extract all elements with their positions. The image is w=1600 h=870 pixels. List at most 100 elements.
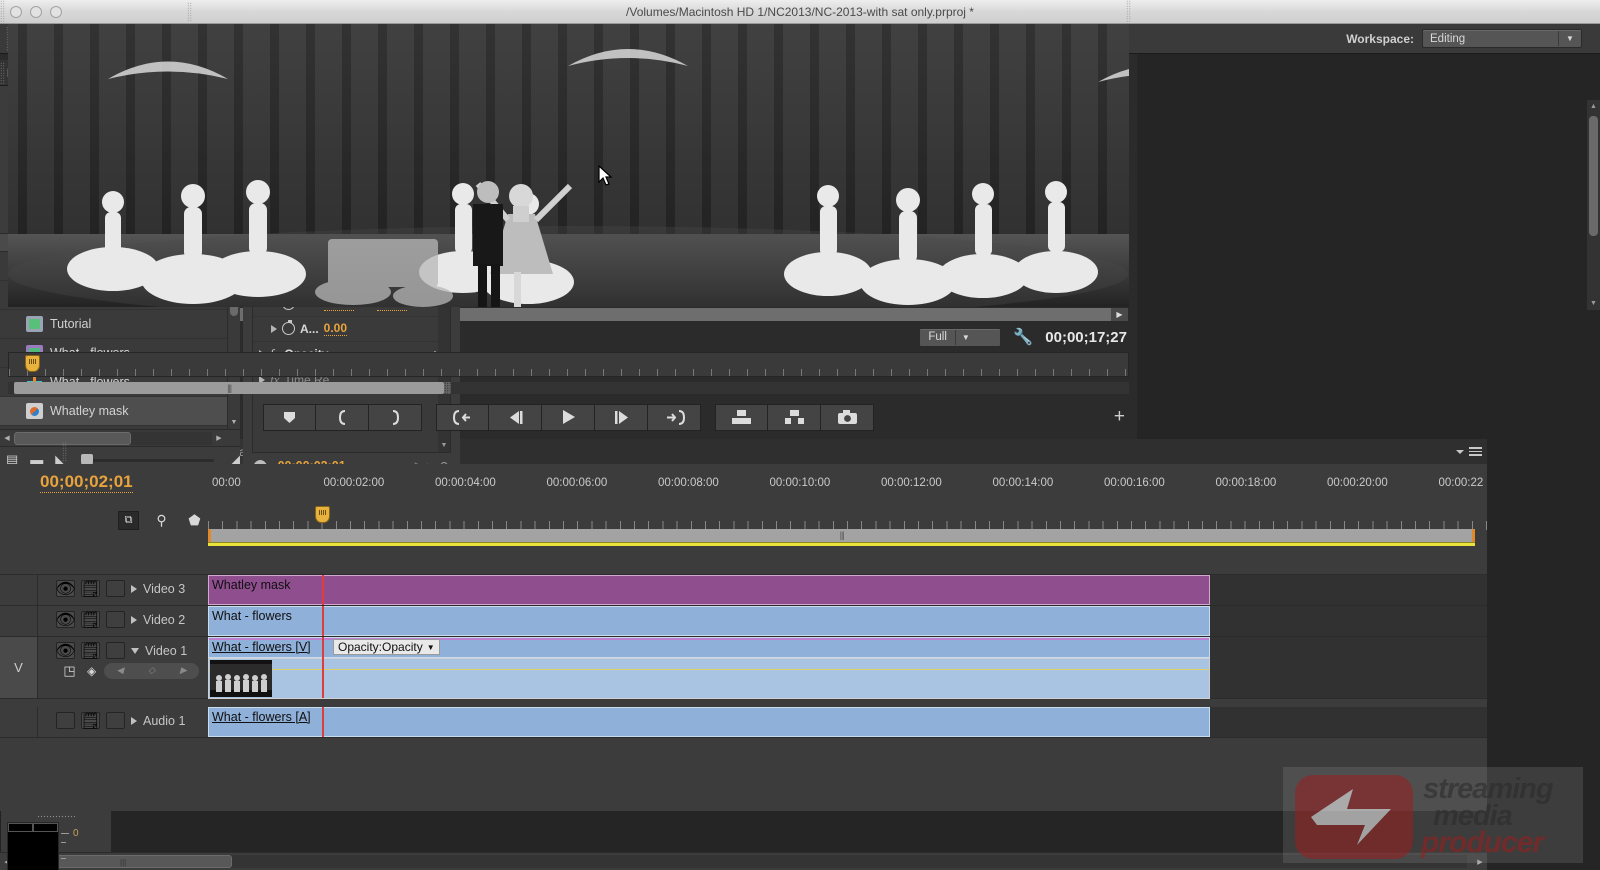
timeline-panel-menu[interactable] bbox=[1451, 439, 1487, 464]
track-controls: 👁 🗒 Video 1 ◳ ◈ ◀ ◇ ▶ bbox=[38, 637, 208, 698]
keyframe-navigator[interactable]: ◀ ◇ ▶ bbox=[104, 662, 200, 679]
zoom-track[interactable]: ||| bbox=[8, 382, 1129, 394]
timeline-clip[interactable]: What - flowers [A] bbox=[208, 707, 1210, 737]
scroll-track[interactable]: ||| bbox=[14, 855, 1467, 868]
export-frame-button[interactable] bbox=[821, 403, 874, 431]
source-track-indicator[interactable] bbox=[0, 707, 38, 737]
playback-quality-select[interactable]: Full ▼ bbox=[919, 327, 1002, 347]
track-expand-triangle-icon[interactable] bbox=[131, 615, 137, 624]
timeline-clip[interactable]: What - flowers [V] Opacity:Opacity ▼ bbox=[208, 637, 1210, 658]
chevron-down-icon[interactable]: ▼ bbox=[427, 643, 435, 652]
track-expand-triangle-icon[interactable] bbox=[131, 584, 137, 593]
workspace-select[interactable]: Editing ▼ bbox=[1422, 29, 1582, 48]
tab-grip[interactable] bbox=[62, 441, 68, 462]
program-zoom-scrollbar[interactable]: ||| bbox=[8, 381, 1129, 395]
track-clip-area[interactable]: What - flowers [V] Opacity:Opacity ▼ bbox=[208, 637, 1487, 699]
source-track-indicator[interactable]: V bbox=[0, 637, 38, 698]
step-forward-button[interactable] bbox=[595, 403, 648, 431]
track-control-row: 👁 🗒 Video 2 bbox=[38, 606, 208, 629]
panel-grip[interactable] bbox=[1, 811, 111, 822]
playhead[interactable] bbox=[322, 606, 324, 636]
toggle-track-output-icon[interactable]: 👁 bbox=[55, 611, 76, 629]
step-back-button[interactable] bbox=[489, 403, 542, 431]
sync-lock-icon[interactable] bbox=[106, 642, 125, 659]
bin-item-row[interactable]: Tutorial bbox=[0, 310, 240, 339]
go-to-out-button[interactable] bbox=[648, 403, 701, 431]
track-expand-triangle-icon[interactable] bbox=[131, 716, 137, 725]
sync-lock-icon[interactable] bbox=[106, 611, 125, 628]
timeline-clip[interactable]: What - flowers bbox=[208, 606, 1210, 636]
button-editor-plus-icon[interactable]: + bbox=[1114, 406, 1125, 428]
source-track-indicator[interactable] bbox=[0, 575, 38, 605]
track-clip-area[interactable]: Whatley mask bbox=[208, 575, 1487, 605]
scrub-right-icon[interactable]: ▶ bbox=[1111, 308, 1128, 321]
snap-toggle-icon[interactable]: ⧉ bbox=[118, 511, 139, 530]
lock-track-icon[interactable]: 🗒 bbox=[80, 611, 101, 629]
mark-out-button[interactable] bbox=[369, 403, 422, 431]
ruler-label: 00:00:20:00 bbox=[1327, 477, 1388, 489]
meter-scale-label: 0 bbox=[73, 828, 79, 839]
panel-grip[interactable] bbox=[0, 0, 5, 24]
timeline-clip[interactable]: Whatley mask bbox=[208, 575, 1210, 605]
settings-wrench-icon[interactable]: 🔧 bbox=[1013, 327, 1033, 347]
toggle-track-output-icon[interactable]: 👁 bbox=[55, 642, 76, 660]
show-keyframes-icon[interactable]: ◳ bbox=[60, 662, 79, 679]
timeline-toggle-buttons: ⧉ ⚲ ⬟ bbox=[118, 511, 205, 530]
timeline-clip-keyframe-area[interactable] bbox=[208, 658, 1210, 699]
source-track-indicator[interactable] bbox=[0, 606, 38, 636]
stopwatch-icon[interactable] bbox=[282, 320, 295, 336]
lock-track-icon[interactable]: 🗒 bbox=[80, 712, 101, 730]
scroll-up-icon[interactable]: ▲ bbox=[1587, 100, 1600, 113]
track-clip-area[interactable]: What - flowers bbox=[208, 606, 1487, 636]
toggle-track-output-icon[interactable]: 👁 bbox=[55, 580, 76, 598]
add-marker-button[interactable] bbox=[263, 403, 316, 431]
timeline-vertical-scrollbar[interactable]: ▲ ▼ bbox=[1587, 100, 1600, 310]
play-stop-button[interactable] bbox=[542, 403, 595, 431]
mark-in-button[interactable] bbox=[316, 403, 369, 431]
clip-indicators[interactable] bbox=[8, 823, 58, 832]
track-controls: 👁 🗒 Video 3 bbox=[38, 575, 208, 605]
add-marker-icon[interactable]: ⚲ bbox=[151, 511, 172, 530]
ruler-label: 00:00 bbox=[212, 477, 241, 489]
extract-button[interactable] bbox=[768, 403, 821, 431]
lock-track-icon[interactable]: 🗒 bbox=[80, 642, 101, 660]
marker-icon[interactable]: ⬟ bbox=[184, 511, 205, 530]
program-monitor-video[interactable] bbox=[8, 24, 1129, 307]
scroll-down-icon[interactable]: ▼ bbox=[1587, 297, 1600, 310]
panel-grip-right[interactable] bbox=[1126, 0, 1131, 24]
timeline-horizontal-scrollbar[interactable]: ◀ ||| ▶ bbox=[0, 852, 1487, 870]
scroll-down-icon[interactable]: ▼ bbox=[438, 439, 450, 452]
scroll-right-icon[interactable]: ▶ bbox=[1473, 858, 1487, 866]
expand-triangle-icon[interactable] bbox=[271, 324, 277, 333]
timeline-ruler[interactable]: 00:00 00:00:02:00 00:00:04:00 00:00:06:00 00… bbox=[208, 472, 1487, 494]
sync-lock-icon[interactable] bbox=[106, 712, 125, 729]
go-to-in-button[interactable] bbox=[436, 403, 489, 431]
effect-badge[interactable]: Opacity:Opacity ▼ bbox=[333, 639, 440, 655]
scroll-thumb[interactable] bbox=[1589, 116, 1598, 236]
playhead[interactable] bbox=[322, 575, 324, 605]
program-mini-timeline[interactable] bbox=[8, 352, 1129, 377]
track-expand-triangle-icon[interactable] bbox=[131, 647, 139, 654]
property-value[interactable]: 0.00 bbox=[323, 321, 348, 337]
zoom-grip[interactable] bbox=[444, 382, 451, 394]
opacity-keyframe-line[interactable] bbox=[209, 669, 1209, 670]
effect-row-7[interactable]: A... 0.00 bbox=[253, 317, 450, 342]
work-area-bar[interactable]: ||| bbox=[208, 529, 1475, 542]
sync-lock-icon[interactable] bbox=[106, 580, 125, 597]
playhead[interactable] bbox=[322, 707, 324, 737]
lift-button[interactable] bbox=[715, 403, 768, 431]
keyframe-diamond-icon[interactable]: ◈ bbox=[87, 664, 96, 678]
render-status-bar bbox=[208, 542, 1475, 546]
timeline-current-timecode[interactable]: 00;00;02;01 bbox=[40, 472, 133, 493]
property-name: A... bbox=[300, 321, 319, 336]
timeline-playhead-marker[interactable] bbox=[315, 506, 330, 523]
mouse-cursor bbox=[598, 165, 613, 186]
zoom-thumb[interactable]: ||| bbox=[14, 382, 444, 394]
panel-grip[interactable] bbox=[0, 61, 5, 84]
tab-grip[interactable] bbox=[186, 2, 192, 22]
track-clip-area[interactable]: What - flowers [A] bbox=[208, 707, 1487, 737]
lock-track-icon[interactable]: 🗒 bbox=[80, 580, 101, 598]
playhead-marker[interactable] bbox=[25, 355, 40, 372]
playhead[interactable] bbox=[322, 637, 324, 698]
toggle-track-output-icon[interactable] bbox=[56, 712, 75, 729]
